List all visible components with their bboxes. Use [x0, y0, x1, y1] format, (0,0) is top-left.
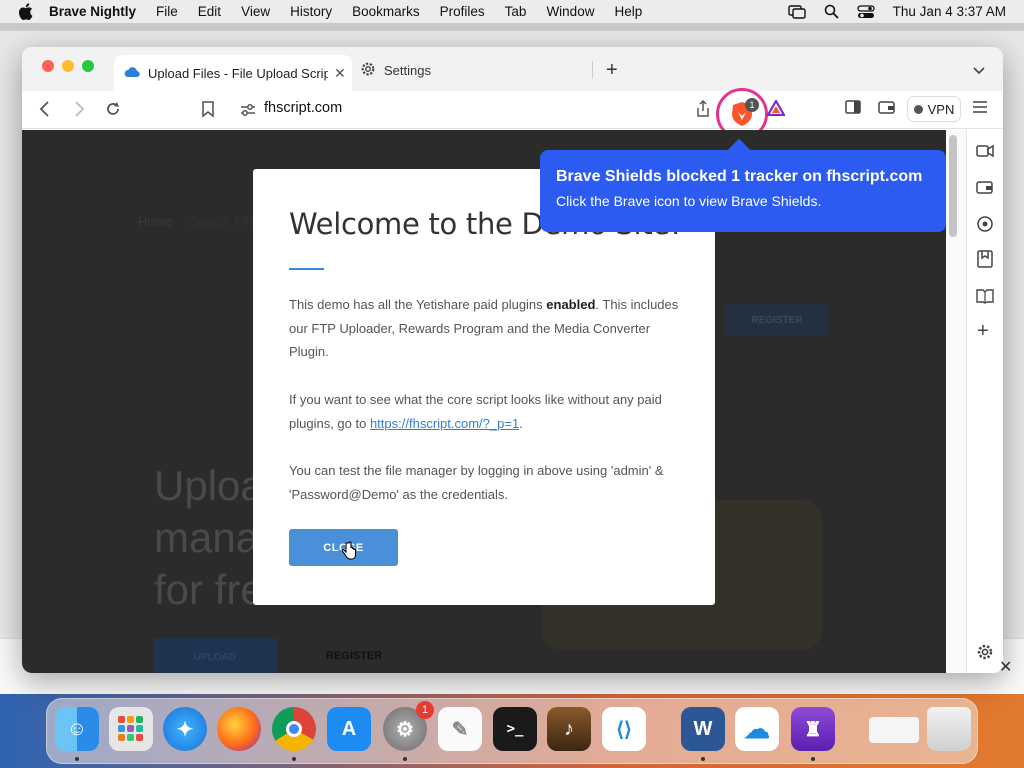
text-span: . [519, 415, 523, 431]
screen-mirroring-icon[interactable] [787, 4, 806, 19]
window-close-button[interactable] [42, 60, 54, 72]
reading-list-icon[interactable] [976, 288, 994, 309]
menubar-clock[interactable]: Thu Jan 4 3:37 AM [893, 4, 1006, 19]
menu-help[interactable]: Help [614, 4, 642, 19]
menu-history[interactable]: History [290, 4, 332, 19]
dock-finder-icon[interactable]: ☺ [55, 707, 99, 751]
brave-talk-icon[interactable] [976, 215, 994, 238]
dock-trash-icon[interactable] [927, 707, 971, 751]
brave-sidebar: + [966, 130, 1003, 673]
modal-paragraph-credentials: You can test the file manager by logging… [289, 463, 664, 502]
modal-paragraph-core: If you want to see what the core script … [289, 388, 689, 435]
dock-terminal-icon[interactable]: >_ [493, 707, 537, 751]
menu-tab[interactable]: Tab [505, 4, 527, 19]
wallet-icon[interactable] [878, 100, 896, 114]
tab-title: Upload Files - File Upload Script [148, 65, 328, 81]
wallet-sidebar-icon[interactable] [976, 180, 994, 199]
running-indicator [811, 757, 815, 761]
running-indicator [403, 757, 407, 761]
upload-button[interactable]: UPLOAD [153, 638, 277, 673]
tab-divider [592, 61, 593, 79]
back-button[interactable] [38, 100, 52, 118]
hamburger-menu-icon[interactable] [972, 100, 988, 114]
menu-file[interactable]: File [156, 4, 178, 19]
reload-button[interactable] [104, 100, 122, 118]
modal-paragraph-plugins: This demo has all the Yetishare paid plu… [289, 293, 689, 364]
breadcrumb-home[interactable]: Home [138, 214, 173, 229]
dock: ☺ ✦ A ⚙ 1 ✎ >_ ♪ ⟨⟩ W ☁ ♜ [46, 698, 978, 764]
modal-divider [289, 268, 324, 270]
apple-icon[interactable] [18, 3, 36, 21]
text-bold: enabled [546, 297, 596, 312]
tooltip-subtitle: Click the Brave icon to view Brave Shiel… [556, 193, 822, 209]
vpn-status-icon [913, 104, 923, 114]
dock-firefox-icon[interactable] [217, 707, 261, 751]
running-indicator [292, 757, 296, 761]
notification-badge: 1 [416, 701, 434, 719]
dock-instruments-icon[interactable]: ♪ [547, 707, 591, 751]
running-indicator [75, 757, 79, 761]
dock-launchpad-icon[interactable] [109, 707, 153, 751]
tab-upload-files[interactable]: Upload Files - File Upload Script ✕ [114, 55, 352, 91]
menu-bar: Brave Nightly File Edit View History Boo… [0, 0, 1024, 23]
dock-brave-nightly-icon[interactable]: ♜ [791, 707, 835, 751]
sidebar-settings-icon[interactable] [976, 643, 994, 666]
brave-rewards-icon[interactable] [767, 100, 785, 116]
window-minimize-button[interactable] [62, 60, 74, 72]
shields-count-badge: 1 [745, 98, 759, 112]
tab-settings[interactable]: Settings [360, 55, 431, 85]
tooltip-title: Brave Shields blocked 1 tracker on fhscr… [556, 168, 923, 185]
running-indicator [701, 757, 705, 761]
tab-title: Settings [384, 62, 431, 78]
shields-tooltip: Brave Shields blocked 1 tracker on fhscr… [540, 138, 946, 232]
toolbar: fhscript.com 1 VPN [22, 88, 1003, 140]
menu-window[interactable]: Window [546, 4, 594, 19]
menu-app-name[interactable]: Brave Nightly [49, 4, 136, 19]
scrollbar-thumb[interactable] [949, 135, 957, 237]
share-icon[interactable] [695, 100, 711, 118]
register-button-top[interactable]: REGISTER [725, 304, 829, 336]
menu-profiles[interactable]: Profiles [440, 4, 485, 19]
new-tab-button[interactable]: + [606, 59, 618, 82]
dock-app-store-icon[interactable]: A [327, 707, 371, 751]
vpn-label: VPN [927, 101, 955, 117]
core-script-link[interactable]: https://fhscript.com/?_p=1 [370, 416, 519, 431]
tab-close-icon[interactable]: ✕ [334, 65, 346, 82]
dock-vscode-icon[interactable]: ⟨⟩ [602, 707, 646, 751]
control-center-icon[interactable] [857, 4, 875, 19]
sidebar-toggle-icon[interactable] [845, 100, 861, 114]
dock-word-icon[interactable]: W [681, 707, 725, 751]
window-zoom-button[interactable] [82, 60, 94, 72]
site-info-icon[interactable] [240, 103, 256, 117]
dock-onedrive-icon[interactable]: ☁ [735, 707, 779, 751]
dock-downloads-stack-icon[interactable] [869, 717, 919, 743]
dock-textedit-icon[interactable]: ✎ [438, 707, 482, 751]
menu-view[interactable]: View [241, 4, 270, 19]
spotlight-search-icon[interactable] [824, 4, 839, 19]
add-sidebar-item-icon[interactable]: + [977, 320, 989, 343]
register-button-bottom[interactable]: REGISTER [326, 650, 382, 662]
leo-ai-icon[interactable] [976, 144, 994, 163]
menu-bookmarks[interactable]: Bookmarks [352, 4, 420, 19]
dock-safari-icon[interactable]: ✦ [163, 707, 207, 751]
bookmark-icon[interactable] [201, 100, 215, 118]
cloud-icon [124, 66, 140, 81]
address-bar[interactable]: fhscript.com [264, 100, 342, 116]
dock-chrome-icon[interactable] [272, 707, 316, 751]
text-span: This demo has all the Yetishare paid plu… [289, 297, 547, 312]
bookmarks-sidebar-icon[interactable] [977, 250, 993, 273]
vpn-button[interactable]: VPN [907, 96, 961, 122]
breadcrumb-search[interactable]: Search Files [190, 214, 262, 229]
tab-bar: Upload Files - File Upload Script ✕ Sett… [22, 47, 1003, 91]
welcome-modal: Welcome to the Demo Site! This demo has … [253, 169, 715, 605]
menu-edit[interactable]: Edit [198, 4, 221, 19]
gear-icon [360, 61, 376, 80]
chevron-down-icon[interactable] [973, 62, 985, 80]
forward-button[interactable] [72, 100, 86, 118]
hand-cursor-icon [341, 541, 357, 566]
close-icon[interactable]: ✕ [999, 657, 1012, 677]
browser-window: Upload Files - File Upload Script ✕ Sett… [22, 47, 1003, 673]
